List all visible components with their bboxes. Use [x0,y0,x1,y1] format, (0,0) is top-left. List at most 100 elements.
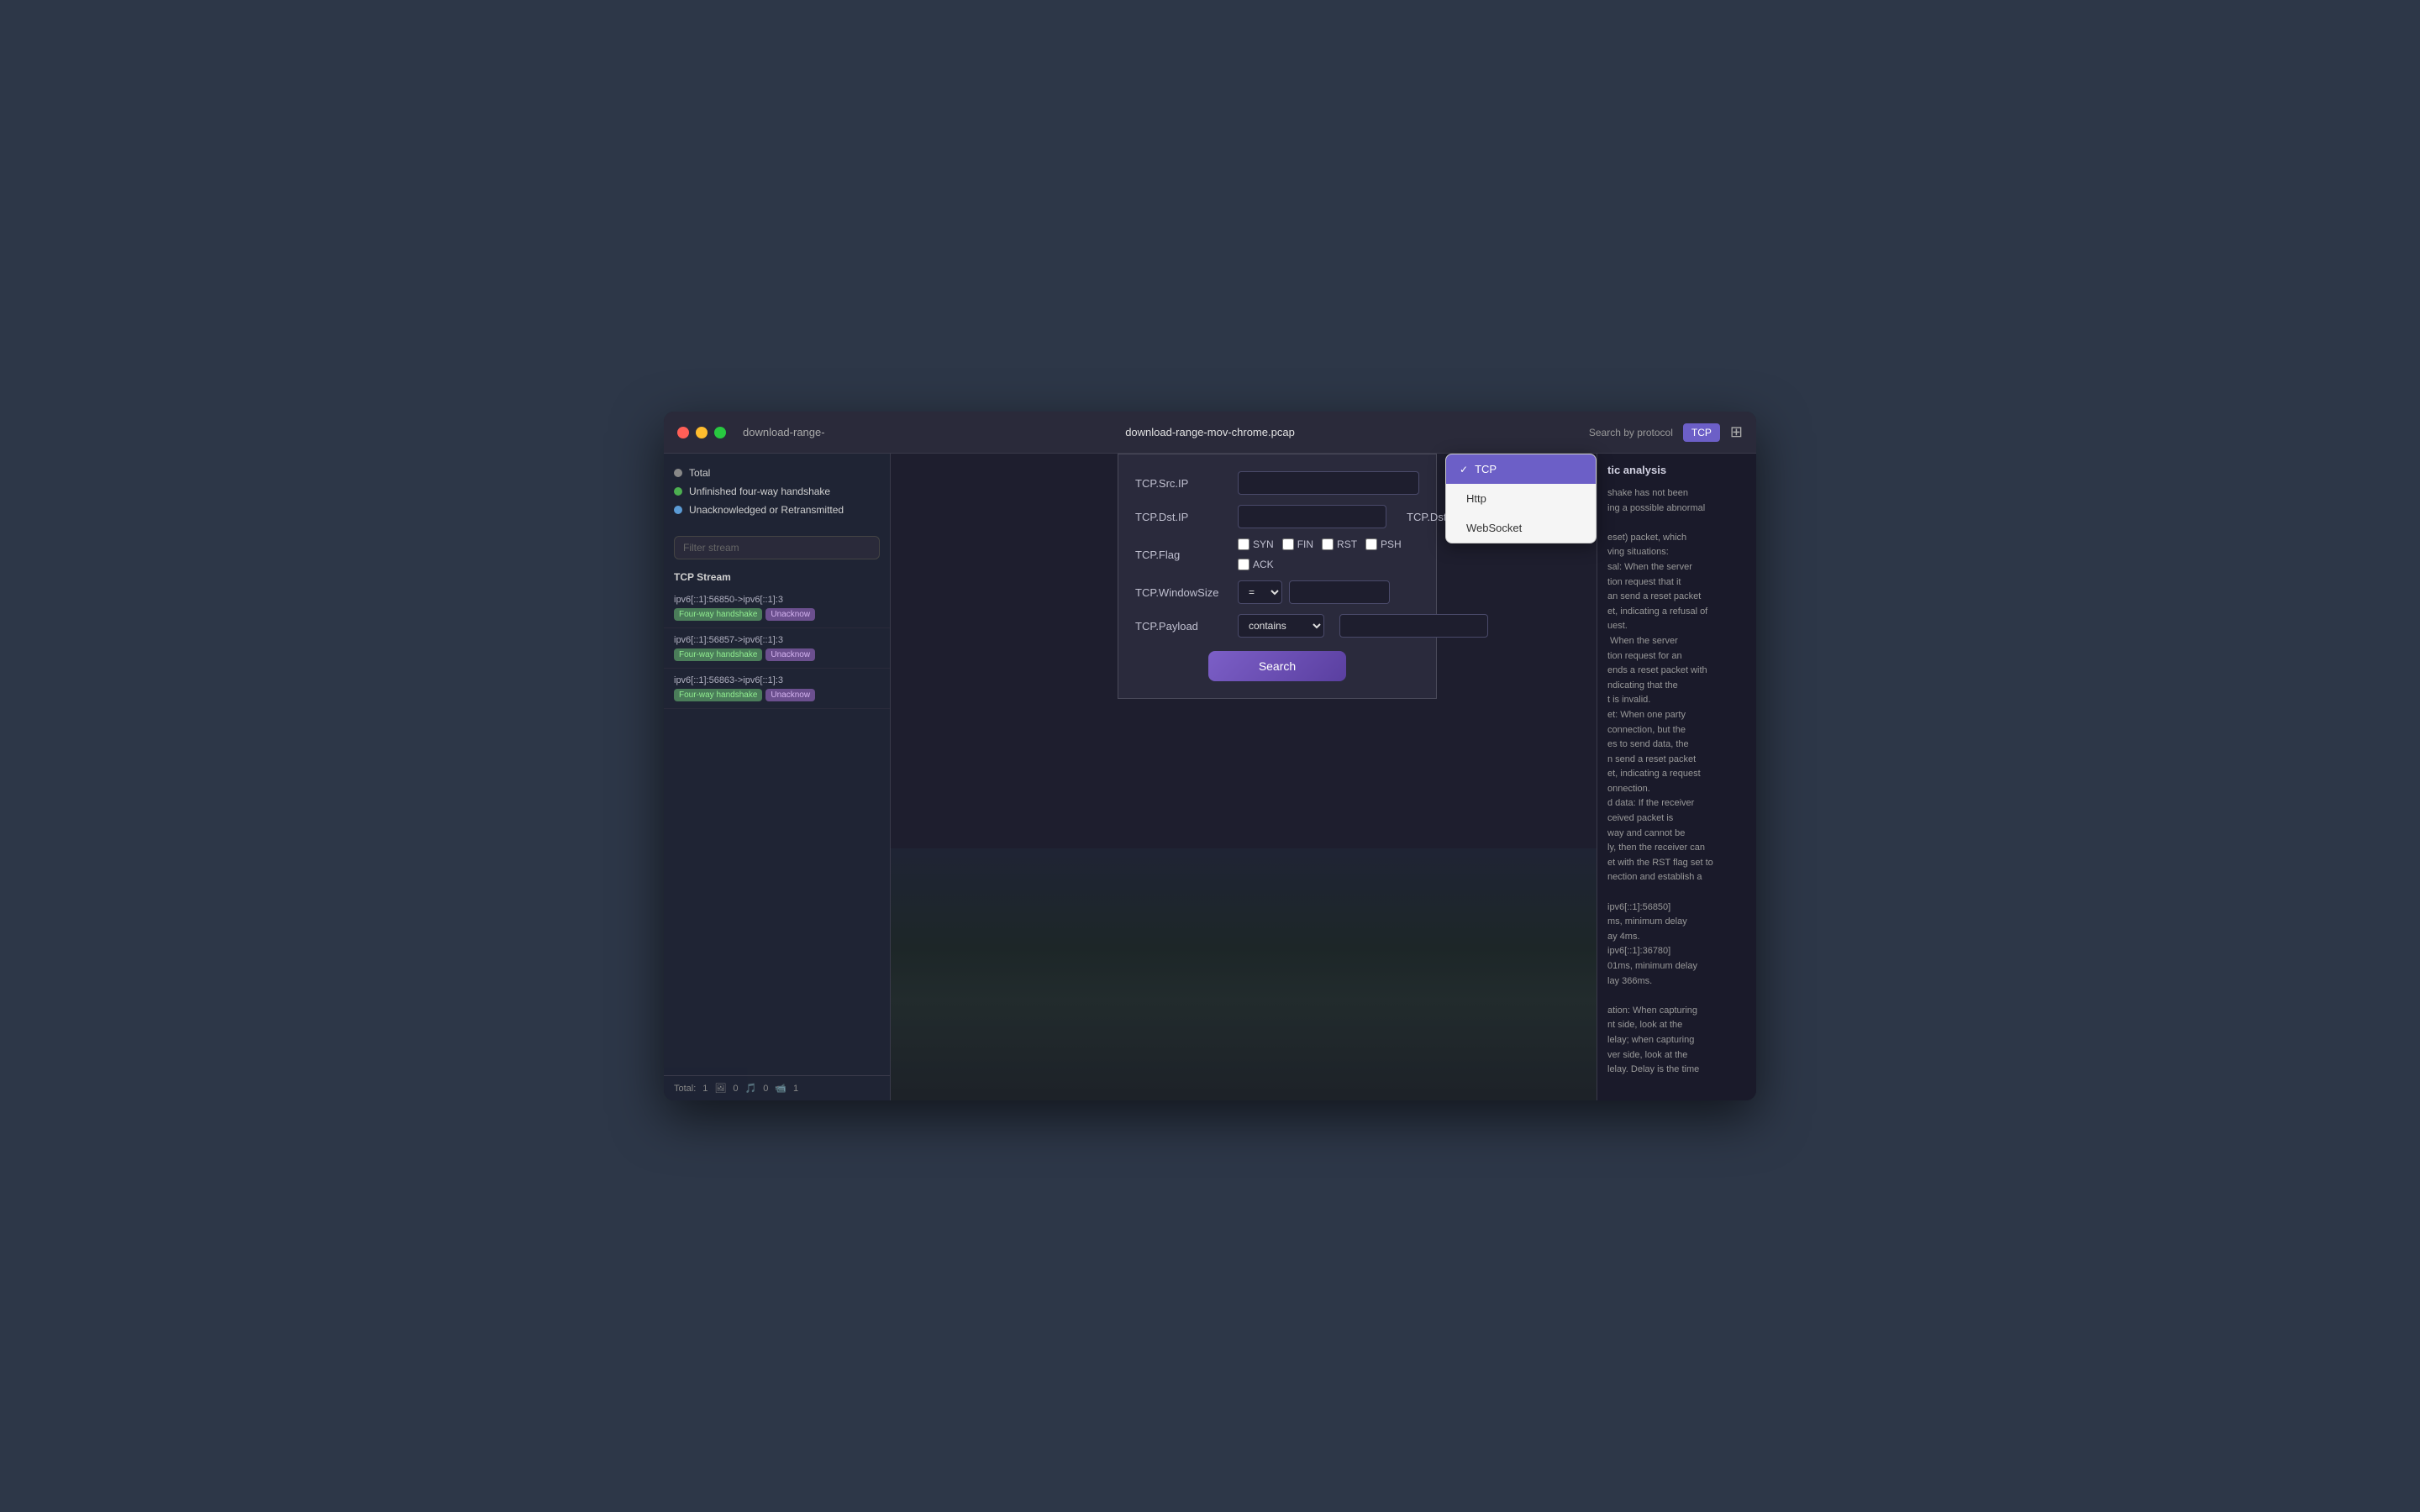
dst-ip-input[interactable] [1238,505,1386,528]
minimize-button[interactable] [696,427,708,438]
protocol-http-label: Http [1466,492,1486,505]
window-size-label: TCP.WindowSize [1135,586,1228,599]
protocol-item-tcp[interactable]: ✓ TCP [1446,454,1596,484]
stream-tags-0: Four-way handshake Unacknow [674,608,880,621]
flag-syn-item[interactable]: SYN [1238,538,1274,550]
footer-audio-count: 0 [763,1084,768,1094]
filter-stream-input[interactable] [674,536,880,559]
window-size-row: TCP.WindowSize = != < > <= >= [1135,580,1419,604]
tag-unack-2: Unacknow [765,689,815,701]
payload-row: TCP.Payload contains not contains starts… [1135,614,1419,638]
checkmark-icon: ✓ [1460,464,1468,475]
footer-total-label: Total: [674,1084,696,1094]
search-by-protocol-label: Search by protocol [1589,427,1673,438]
protocol-tcp-label: TCP [1475,463,1497,475]
window-size-input[interactable] [1289,580,1390,604]
landscape-background [891,848,1597,1100]
flag-rst-item[interactable]: RST [1322,538,1357,550]
traffic-lights [677,427,726,438]
legend-dot-unack [674,506,682,514]
flag-ack-label: ACK [1253,559,1274,570]
sidebar-footer: Total: 1 🖼 0 🎵 0 📹 1 [664,1075,890,1100]
stream-item-0[interactable]: ipv6[::1]:56850->ipv6[::1]:3 Four-way ha… [664,588,890,628]
legend-item-unack: Unacknowledged or Retransmitted [674,504,880,516]
src-ip-label: TCP.Src.IP [1135,477,1228,490]
footer-total-value: 1 [702,1084,708,1094]
right-panel: tic analysis shake has not been ing a po… [1597,454,1756,1100]
legend-label-unack: Unacknowledged or Retransmitted [689,504,844,516]
center-area [891,739,1597,1100]
stream-item-2[interactable]: ipv6[::1]:56863->ipv6[::1]:3 Four-way ha… [664,669,890,709]
window-title-main: download-range-mov-chrome.pcap [1125,426,1295,438]
src-ip-input[interactable] [1238,471,1419,495]
protocol-item-websocket[interactable]: WebSocket [1446,513,1596,543]
sidebar: Total Unfinished four-way handshake Unac… [664,454,891,1100]
window-size-controls: = != < > <= >= [1238,580,1390,604]
tag-handshake-0: Four-way handshake [674,608,762,621]
protocol-dropdown-button[interactable]: TCP [1683,423,1720,442]
audio-icon: 🎵 [745,1083,757,1094]
flag-rst-checkbox[interactable] [1322,538,1334,550]
dst-ip-label: TCP.Dst.IP [1135,511,1228,523]
flag-fin-item[interactable]: FIN [1282,538,1313,550]
legend: Total Unfinished four-way handshake Unac… [664,454,890,529]
titlebar: download-range- download-range-mov-chrom… [664,412,1756,454]
flag-psh-checkbox[interactable] [1365,538,1377,550]
sidebar-content: Total Unfinished four-way handshake Unac… [664,454,890,1100]
titlebar-right: Search by protocol TCP ⊞ [1589,423,1743,442]
flag-psh-item[interactable]: PSH [1365,538,1402,550]
stream-addr-1: ipv6[::1]:56857->ipv6[::1]:3 [674,635,880,645]
layout-toggle-button[interactable]: ⊞ [1730,423,1743,441]
payload-label: TCP.Payload [1135,620,1228,633]
stream-addr-2: ipv6[::1]:56863->ipv6[::1]:3 [674,675,880,685]
analysis-content: shake has not been ing a possible abnorm… [1607,486,1746,1078]
flag-ack-item[interactable]: ACK [1238,559,1274,570]
window-title-left: download-range- [743,426,825,438]
analysis-title: tic analysis [1607,464,1746,476]
footer-video-count: 1 [793,1084,798,1094]
payload-input[interactable] [1339,614,1488,638]
payload-contains-select[interactable]: contains not contains starts with ends w… [1238,614,1324,638]
maximize-button[interactable] [714,427,726,438]
protocol-websocket-label: WebSocket [1466,522,1522,534]
stream-tags-1: Four-way handshake Unacknow [674,648,880,661]
flag-rst-label: RST [1337,538,1357,550]
tcp-stream-header: TCP Stream [664,566,890,588]
flag-fin-checkbox[interactable] [1282,538,1294,550]
stream-addr-0: ipv6[::1]:56850->ipv6[::1]:3 [674,595,880,605]
stream-tags-2: Four-way handshake Unacknow [674,689,880,701]
tag-handshake-1: Four-way handshake [674,648,762,661]
search-button[interactable]: Search [1208,651,1346,681]
image-icon: 🖼 [714,1083,726,1094]
legend-label-unfinished: Unfinished four-way handshake [689,486,830,497]
protocol-dropdown: ✓ TCP Http WebSocket [1445,454,1597,543]
flag-label: TCP.Flag [1135,549,1228,561]
search-panel: TCP.Src.IP TCP.Dst.IP TCP.Dst.Port TCP.F… [1118,454,1437,699]
protocol-selected-label: TCP [1691,427,1712,438]
flag-syn-label: SYN [1253,538,1274,550]
legend-dot-unfinished [674,487,682,496]
window-size-operator-select[interactable]: = != < > <= >= [1238,580,1282,604]
src-ip-row: TCP.Src.IP [1135,471,1419,495]
footer-image-count: 0 [733,1084,738,1094]
main-content: Total Unfinished four-way handshake Unac… [664,454,1756,1100]
video-icon: 📹 [775,1083,786,1094]
tag-unack-0: Unacknow [765,608,815,621]
flag-syn-checkbox[interactable] [1238,538,1249,550]
protocol-item-http[interactable]: Http [1446,484,1596,513]
tag-handshake-2: Four-way handshake [674,689,762,701]
main-window: download-range- download-range-mov-chrom… [664,412,1756,1100]
flag-checkboxes: SYN FIN RST PSH [1238,538,1419,570]
flag-ack-checkbox[interactable] [1238,559,1249,570]
flag-psh-label: PSH [1381,538,1402,550]
legend-dot-total [674,469,682,477]
stream-item-1[interactable]: ipv6[::1]:56857->ipv6[::1]:3 Four-way ha… [664,628,890,669]
legend-label-total: Total [689,467,710,479]
flag-row: TCP.Flag SYN FIN RST [1135,538,1419,570]
legend-item-unfinished: Unfinished four-way handshake [674,486,880,497]
tag-unack-1: Unacknow [765,648,815,661]
stream-list: ipv6[::1]:56850->ipv6[::1]:3 Four-way ha… [664,588,890,1075]
search-button-container: Search [1135,651,1419,681]
close-button[interactable] [677,427,689,438]
center-right-wrapper: TCP.Src.IP TCP.Dst.IP TCP.Dst.Port TCP.F… [891,454,1597,1100]
